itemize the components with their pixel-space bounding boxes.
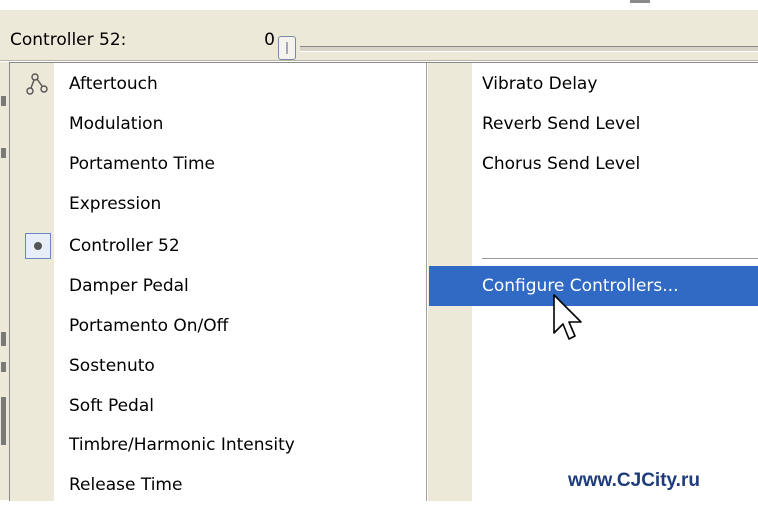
- menu-item-chorus-send-level[interactable]: Chorus Send Level: [482, 144, 758, 184]
- menu-item-label: Damper Pedal: [69, 276, 189, 296]
- menu-item-expression[interactable]: Expression: [69, 184, 409, 224]
- menu-item-label: Modulation: [69, 114, 164, 134]
- menu-item-label: Chorus Send Level: [482, 154, 641, 174]
- controller-bar: Controller 52: 0: [0, 10, 758, 61]
- menu-item-timbre-harmonic-intensity[interactable]: Timbre/Harmonic Intensity: [69, 425, 409, 465]
- menu-item-portamento-on-off[interactable]: Portamento On/Off: [69, 306, 409, 346]
- menu-item-aftertouch[interactable]: Aftertouch: [69, 64, 409, 104]
- mouse-pointer-icon: [553, 294, 582, 340]
- menu-item-configure-controllers[interactable]: Configure Controllers...: [429, 266, 758, 306]
- controller-slider-track[interactable]: [300, 46, 758, 52]
- radio-check-indicator: [25, 233, 51, 259]
- menu-column-separator: [426, 63, 427, 501]
- menu-item-soft-pedal[interactable]: Soft Pedal: [69, 386, 409, 426]
- menu-item-label: Controller 52: [69, 236, 180, 256]
- menu-item-label: Aftertouch: [69, 74, 158, 94]
- controller-value: 0: [264, 30, 275, 50]
- watermark: www.CJCity.ru: [568, 470, 700, 491]
- menu-item-label: Expression: [69, 194, 162, 214]
- controller-context-menu: Aftertouch Modulation Portamento Time Ex…: [9, 62, 758, 501]
- menu-item-damper-pedal[interactable]: Damper Pedal: [69, 266, 409, 306]
- menu-item-reverb-send-level[interactable]: Reverb Send Level: [482, 104, 758, 144]
- menu-item-vibrato-delay[interactable]: Vibrato Delay: [482, 64, 758, 104]
- menu-item-label: Sostenuto: [69, 356, 155, 376]
- edge-mark: [1, 397, 6, 445]
- menu-item-sostenuto[interactable]: Sostenuto: [69, 346, 409, 386]
- menu-item-label: Portamento On/Off: [69, 316, 229, 336]
- menu-separator: [482, 258, 758, 259]
- menu-item-portamento-time[interactable]: Portamento Time: [69, 144, 409, 184]
- menu-item-label: Vibrato Delay: [482, 74, 598, 94]
- controller-slider-thumb[interactable]: [278, 36, 296, 60]
- menu-item-label: Reverb Send Level: [482, 114, 641, 134]
- nodes-icon: [26, 73, 48, 95]
- edge-mark: [1, 148, 6, 158]
- menu-item-controller-52[interactable]: Controller 52: [69, 226, 409, 266]
- menu-item-label: Timbre/Harmonic Intensity: [69, 435, 295, 455]
- menu-icon-gutter: [10, 63, 54, 501]
- menu-item-label: Soft Pedal: [69, 396, 154, 416]
- controller-label: Controller 52:: [10, 30, 127, 50]
- menu-item-label: Portamento Time: [69, 154, 215, 174]
- window-top-strip: [0, 0, 758, 10]
- menu-item-label: Release Time: [69, 475, 183, 495]
- radio-dot-icon: [34, 242, 42, 250]
- edge-mark: [1, 96, 6, 106]
- menu-item-modulation[interactable]: Modulation: [69, 104, 409, 144]
- edge-mark: [1, 332, 6, 346]
- menu-item-release-time[interactable]: Release Time: [69, 465, 409, 505]
- top-dash: [630, 0, 650, 3]
- background-window-edge: [0, 62, 9, 500]
- edge-mark: [1, 362, 6, 372]
